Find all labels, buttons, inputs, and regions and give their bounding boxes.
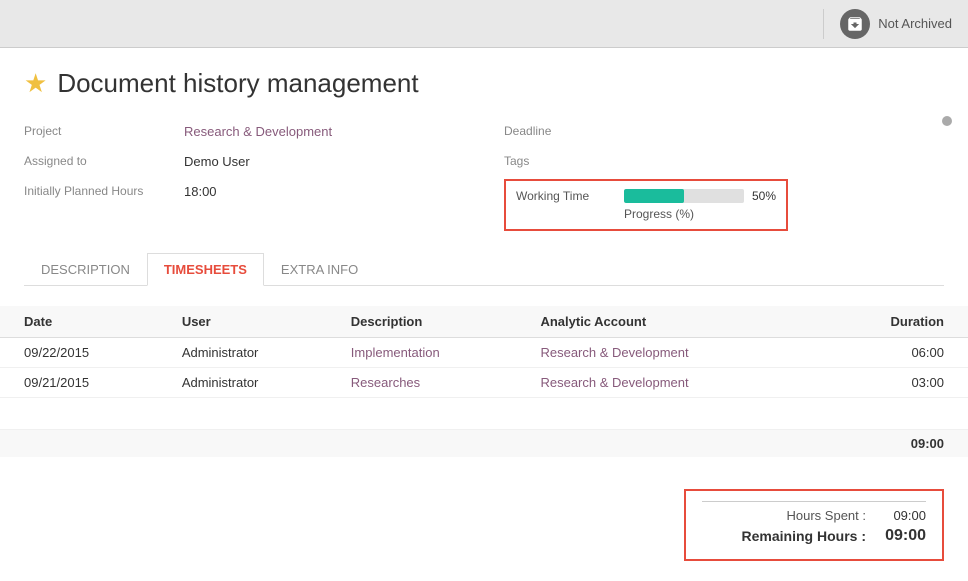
table-section: Date User Description Analytic Account D…: [0, 306, 968, 457]
fields-row: Project Research & Development Assigned …: [24, 119, 944, 237]
progress-bar-container: [624, 189, 744, 203]
archive-section[interactable]: Not Archived: [823, 9, 952, 39]
tab-timesheets[interactable]: TIMESHEETS: [147, 253, 264, 286]
summary-box: Hours Spent : 09:00 Remaining Hours : 09…: [684, 489, 944, 561]
col-user: User: [170, 306, 339, 338]
table-row: 09/21/2015 Administrator Researches Rese…: [0, 368, 968, 398]
field-deadline: Deadline: [504, 119, 944, 143]
tags-label: Tags: [504, 154, 664, 168]
tab-extra-info[interactable]: EXTRA INFO: [264, 253, 375, 286]
status-dot: [942, 116, 952, 126]
archive-label: Not Archived: [878, 16, 952, 31]
table-footer-row: 09:00: [0, 430, 968, 458]
assigned-value: Demo User: [184, 154, 250, 169]
row2-date: 09/21/2015: [0, 368, 170, 398]
row2-description[interactable]: Researches: [339, 368, 529, 398]
field-project: Project Research & Development: [24, 119, 504, 143]
hours-spent-row: Hours Spent : 09:00: [702, 508, 926, 523]
row2-user: Administrator: [170, 368, 339, 398]
tabs-row: DESCRIPTION TIMESHEETS EXTRA INFO: [24, 253, 944, 286]
col-description: Description: [339, 306, 529, 338]
bottom-area: Hours Spent : 09:00 Remaining Hours : 09…: [0, 457, 968, 581]
working-time-label: Working Time: [516, 189, 616, 203]
field-tags: Tags: [504, 149, 944, 173]
remaining-value: 09:00: [866, 527, 926, 545]
footer-spacer: [0, 430, 818, 458]
deadline-label: Deadline: [504, 124, 664, 138]
project-label: Project: [24, 124, 184, 138]
progress-label-row: Progress (%): [516, 207, 776, 221]
field-planned: Initially Planned Hours 18:00: [24, 179, 504, 203]
table-empty-row: [0, 398, 968, 430]
top-bar: Not Archived: [0, 0, 968, 48]
wt-progress-row: Working Time 50%: [516, 189, 776, 203]
row1-user: Administrator: [170, 338, 339, 368]
row1-duration: 06:00: [818, 338, 968, 368]
field-working-time: Working Time 50% Progress (%): [504, 179, 944, 231]
assigned-label: Assigned to: [24, 154, 184, 168]
remaining-label: Remaining Hours :: [702, 528, 866, 544]
working-time-box: Working Time 50% Progress (%): [504, 179, 788, 231]
tab-description[interactable]: DESCRIPTION: [24, 253, 147, 286]
timesheets-table: Date User Description Analytic Account D…: [0, 306, 968, 457]
archive-icon: [840, 9, 870, 39]
progress-label: Progress (%): [624, 207, 694, 221]
row2-analytic[interactable]: Research & Development: [528, 368, 817, 398]
star-icon[interactable]: ★: [24, 68, 47, 99]
hours-spent-label: Hours Spent :: [702, 508, 866, 523]
main-content: ★ Document history management Project Re…: [0, 48, 968, 306]
table-row: 09/22/2015 Administrator Implementation …: [0, 338, 968, 368]
archive-svg-icon: [846, 15, 864, 33]
col-duration: Duration: [818, 306, 968, 338]
planned-label: Initially Planned Hours: [24, 184, 184, 198]
fields-right: Deadline Tags Working Time 50%: [504, 119, 944, 237]
hours-spent-value: 09:00: [866, 508, 926, 523]
progress-bar-fill: [624, 189, 684, 203]
row1-date: 09/22/2015: [0, 338, 170, 368]
field-assigned: Assigned to Demo User: [24, 149, 504, 173]
col-analytic: Analytic Account: [528, 306, 817, 338]
col-date: Date: [0, 306, 170, 338]
table-total: 09:00: [818, 430, 968, 458]
row1-analytic[interactable]: Research & Development: [528, 338, 817, 368]
title-row: ★ Document history management: [24, 68, 944, 99]
planned-value: 18:00: [184, 184, 217, 199]
row1-description[interactable]: Implementation: [339, 338, 529, 368]
summary-divider: [702, 501, 926, 502]
row2-duration: 03:00: [818, 368, 968, 398]
fields-left: Project Research & Development Assigned …: [24, 119, 504, 237]
page-title: Document history management: [57, 68, 418, 99]
progress-percent: 50%: [752, 189, 776, 203]
remaining-hours-row: Remaining Hours : 09:00: [702, 527, 926, 545]
project-value[interactable]: Research & Development: [184, 124, 332, 139]
table-header-row: Date User Description Analytic Account D…: [0, 306, 968, 338]
